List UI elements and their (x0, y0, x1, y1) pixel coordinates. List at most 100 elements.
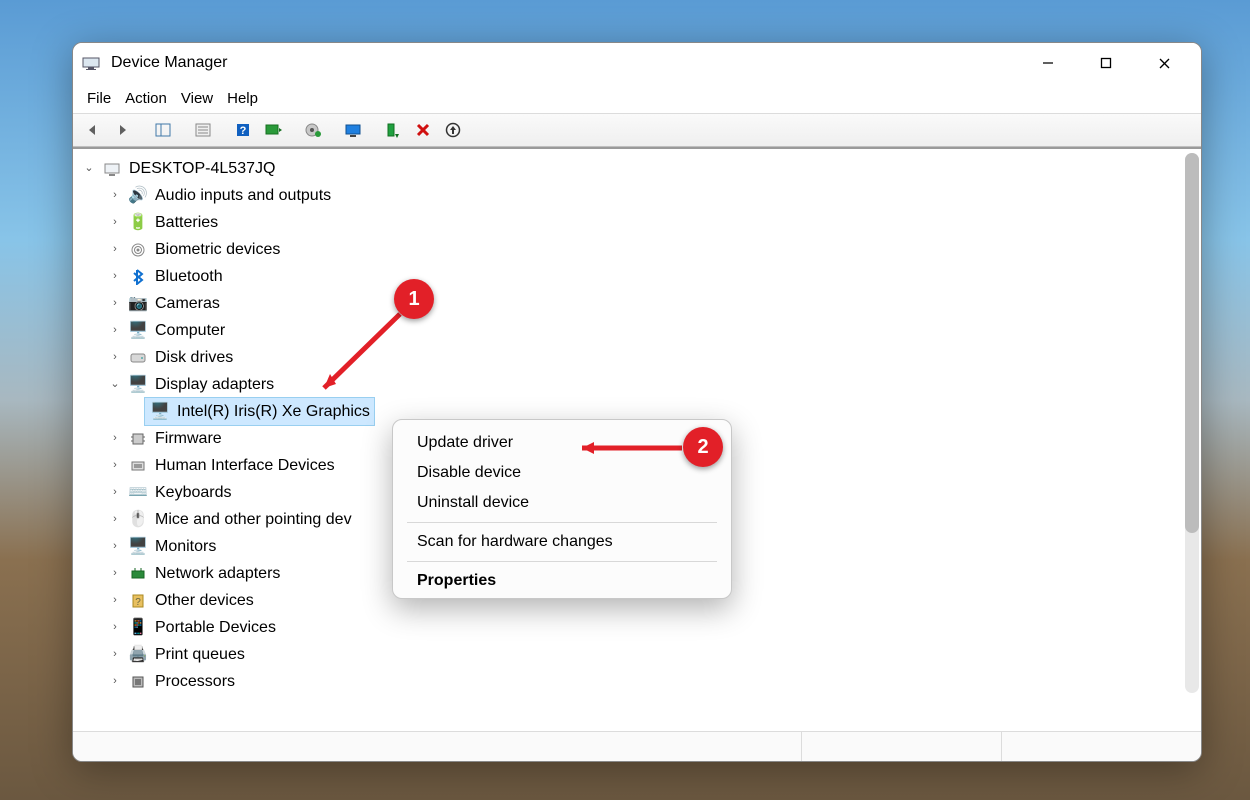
chevron-right-icon[interactable]: › (107, 317, 123, 344)
update-driver-button[interactable] (299, 117, 327, 143)
chevron-down-icon[interactable]: ⌄ (107, 371, 123, 398)
tree-label: Firmware (155, 425, 222, 452)
close-button[interactable] (1135, 43, 1193, 83)
enable-device-button[interactable] (379, 117, 407, 143)
mouse-icon: 🖱️ (127, 510, 149, 530)
tree-label: Intel(R) Iris(R) Xe Graphics (177, 398, 370, 425)
tree-item-cameras[interactable]: › 📷 Cameras (73, 290, 1201, 317)
chevron-right-icon[interactable]: › (107, 452, 123, 479)
menubar: File Action View Help (73, 83, 1201, 113)
chevron-right-icon[interactable]: › (107, 533, 123, 560)
nav-back-button[interactable] (79, 117, 107, 143)
tree-label: Processors (155, 668, 235, 695)
tree-label: Biometric devices (155, 236, 280, 263)
properties-button[interactable] (189, 117, 217, 143)
svg-text:?: ? (240, 125, 247, 137)
tree-label: Cameras (155, 290, 220, 317)
computer-icon (101, 159, 123, 179)
tree-item-display-adapters[interactable]: ⌄ 🖥️Display adapters (73, 371, 1201, 398)
display-adapter-icon: 🖥️ (127, 375, 149, 395)
tree-label: Portable Devices (155, 614, 276, 641)
display-adapter-icon: 🖥️ (149, 402, 171, 422)
keyboard-icon: ⌨️ (127, 483, 149, 503)
context-update-driver[interactable]: Update driver (393, 428, 731, 458)
camera-icon: 📷 (127, 294, 149, 314)
chevron-right-icon[interactable]: › (107, 668, 123, 695)
chevron-right-icon[interactable]: › (107, 236, 123, 263)
uninstall-device-button[interactable] (439, 117, 467, 143)
chevron-right-icon[interactable]: › (107, 209, 123, 236)
cpu-icon (127, 672, 149, 692)
tree-label: Network adapters (155, 560, 280, 587)
maximize-button[interactable] (1077, 43, 1135, 83)
tree-root[interactable]: ⌄ DESKTOP-4L537JQ (73, 155, 1201, 182)
tree-item-portable[interactable]: › 📱 Portable Devices (73, 614, 1201, 641)
tree-item-audio[interactable]: › 🔊 Audio inputs and outputs (73, 182, 1201, 209)
unknown-device-icon: ? (127, 591, 149, 611)
phone-icon: 📱 (127, 618, 149, 638)
toolbar-sep (329, 117, 337, 143)
tree-item-disks[interactable]: › Disk drives (73, 344, 1201, 371)
monitor-icon: 🖥️ (127, 537, 149, 557)
monitor-icon-button[interactable] (339, 117, 367, 143)
chevron-right-icon[interactable]: › (107, 614, 123, 641)
tree-label: Print queues (155, 641, 245, 668)
tree-item-batteries[interactable]: › 🔋Batteries (73, 209, 1201, 236)
chevron-right-icon[interactable]: › (107, 506, 123, 533)
chevron-right-icon[interactable]: › (107, 344, 123, 371)
annotation-callout-1: 1 (394, 279, 434, 319)
tree-root-label: DESKTOP-4L537JQ (129, 155, 275, 182)
statusbar (73, 731, 1201, 761)
network-icon (127, 564, 149, 584)
toolbar-sep (289, 117, 297, 143)
disable-device-button[interactable] (409, 117, 437, 143)
callout-label: 2 (697, 436, 708, 459)
menu-action[interactable]: Action (125, 90, 167, 107)
printer-icon: 🖨️ (127, 645, 149, 665)
tree-item-print[interactable]: › 🖨️ Print queues (73, 641, 1201, 668)
scroll-thumb[interactable] (1185, 153, 1199, 533)
chevron-right-icon[interactable]: › (107, 182, 123, 209)
titlebar[interactable]: Device Manager (73, 43, 1201, 83)
tree-label: Bluetooth (155, 263, 223, 290)
chevron-right-icon[interactable]: › (107, 560, 123, 587)
chevron-right-icon[interactable]: › (107, 290, 123, 317)
show-hide-tree-button[interactable] (149, 117, 177, 143)
context-disable-device[interactable]: Disable device (393, 458, 731, 488)
monitor-icon: 🖥️ (127, 321, 149, 341)
callout-label: 1 (408, 288, 419, 311)
menu-view[interactable]: View (181, 90, 213, 107)
minimize-button[interactable] (1019, 43, 1077, 83)
context-menu: Update driver Disable device Uninstall d… (392, 419, 732, 599)
tree-item-biometric[interactable]: › Biometric devices (73, 236, 1201, 263)
tree-label: Disk drives (155, 344, 233, 371)
chevron-right-icon[interactable]: › (107, 263, 123, 290)
context-properties[interactable]: Properties (393, 566, 731, 596)
chevron-down-icon[interactable]: ⌄ (81, 155, 97, 182)
context-separator (407, 561, 717, 562)
status-cell (1001, 732, 1201, 761)
speaker-icon: 🔊 (127, 186, 149, 206)
menu-file[interactable]: File (87, 90, 111, 107)
chevron-right-icon[interactable]: › (107, 641, 123, 668)
context-separator (407, 522, 717, 523)
context-scan-hardware[interactable]: Scan for hardware changes (393, 527, 731, 557)
tree-label: Computer (155, 317, 225, 344)
chevron-right-icon[interactable]: › (107, 425, 123, 452)
chevron-right-icon[interactable]: › (107, 479, 123, 506)
scan-hardware-button[interactable] (259, 117, 287, 143)
tree-item-computer[interactable]: › 🖥️ Computer (73, 317, 1201, 344)
tree-label: Audio inputs and outputs (155, 182, 331, 209)
vertical-scrollbar[interactable] (1185, 153, 1199, 693)
tree-item-bluetooth[interactable]: › Bluetooth (73, 263, 1201, 290)
help-button[interactable]: ? (229, 117, 257, 143)
disk-icon (127, 348, 149, 368)
annotation-callout-2: 2 (683, 427, 723, 467)
context-uninstall-device[interactable]: Uninstall device (393, 488, 731, 518)
tree-item-processors[interactable]: › Processors (73, 668, 1201, 695)
nav-forward-button[interactable] (109, 117, 137, 143)
menu-help[interactable]: Help (227, 90, 258, 107)
chevron-right-icon[interactable]: › (107, 587, 123, 614)
toolbar-sep (219, 117, 227, 143)
chip-icon (127, 429, 149, 449)
